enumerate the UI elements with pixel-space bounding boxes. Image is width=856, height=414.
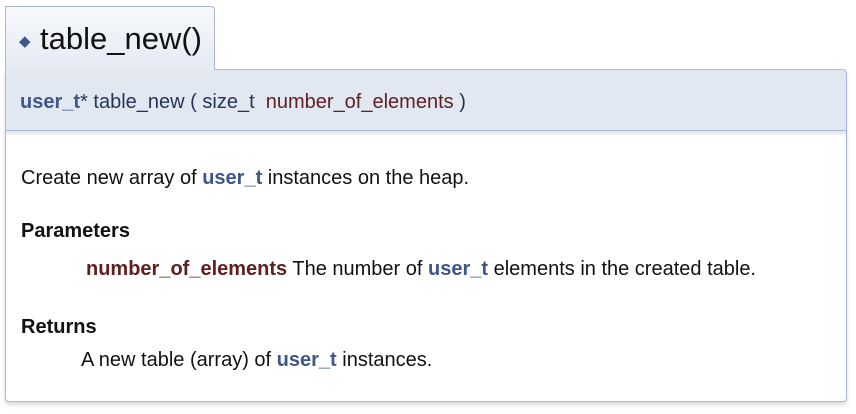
return-type-link[interactable]: user_t	[20, 91, 80, 113]
brief-text-before: Create new array of	[21, 167, 197, 189]
brief-description: Create new array of user_t instances on …	[21, 166, 469, 190]
close-paren: )	[459, 91, 466, 113]
member-documentation: Create new array of user_t instances on …	[5, 131, 847, 402]
returns-text-after: instances.	[342, 349, 433, 371]
parameter-desc-before: The number of	[292, 258, 423, 280]
function-prototype: user_t* table_new ( size_t number_of_ele…	[5, 69, 847, 131]
brief-user-t-link[interactable]: user_t	[202, 167, 262, 189]
parameter-row: number_of_elements The number of user_t …	[86, 257, 756, 281]
parameter-name: number_of_elements	[86, 258, 288, 280]
diamond-anchor-icon[interactable]: ◆	[19, 34, 31, 49]
returns-user-t-link[interactable]: user_t	[277, 349, 337, 371]
param-type: size_t	[202, 91, 255, 113]
returns-description: A new table (array) of user_t instances.	[81, 348, 432, 372]
parameter-user-t-link[interactable]: user_t	[428, 258, 488, 280]
returns-text-before: A new table (array) of	[81, 349, 272, 371]
parameters-heading: Parameters	[21, 220, 130, 242]
pointer-symbol: *	[80, 91, 88, 113]
open-paren: (	[190, 91, 197, 113]
member-title: table_new()	[40, 21, 202, 56]
param-name: number_of_elements	[265, 91, 454, 113]
returns-heading: Returns	[21, 316, 97, 338]
function-name: table_new	[93, 91, 185, 113]
prototype-line: user_t* table_new ( size_t number_of_ele…	[20, 90, 466, 114]
member-title-tab: ◆ table_new()	[5, 6, 215, 70]
parameter-desc-after: elements in the created table.	[493, 258, 756, 280]
brief-text-after: instances on the heap.	[267, 167, 470, 189]
